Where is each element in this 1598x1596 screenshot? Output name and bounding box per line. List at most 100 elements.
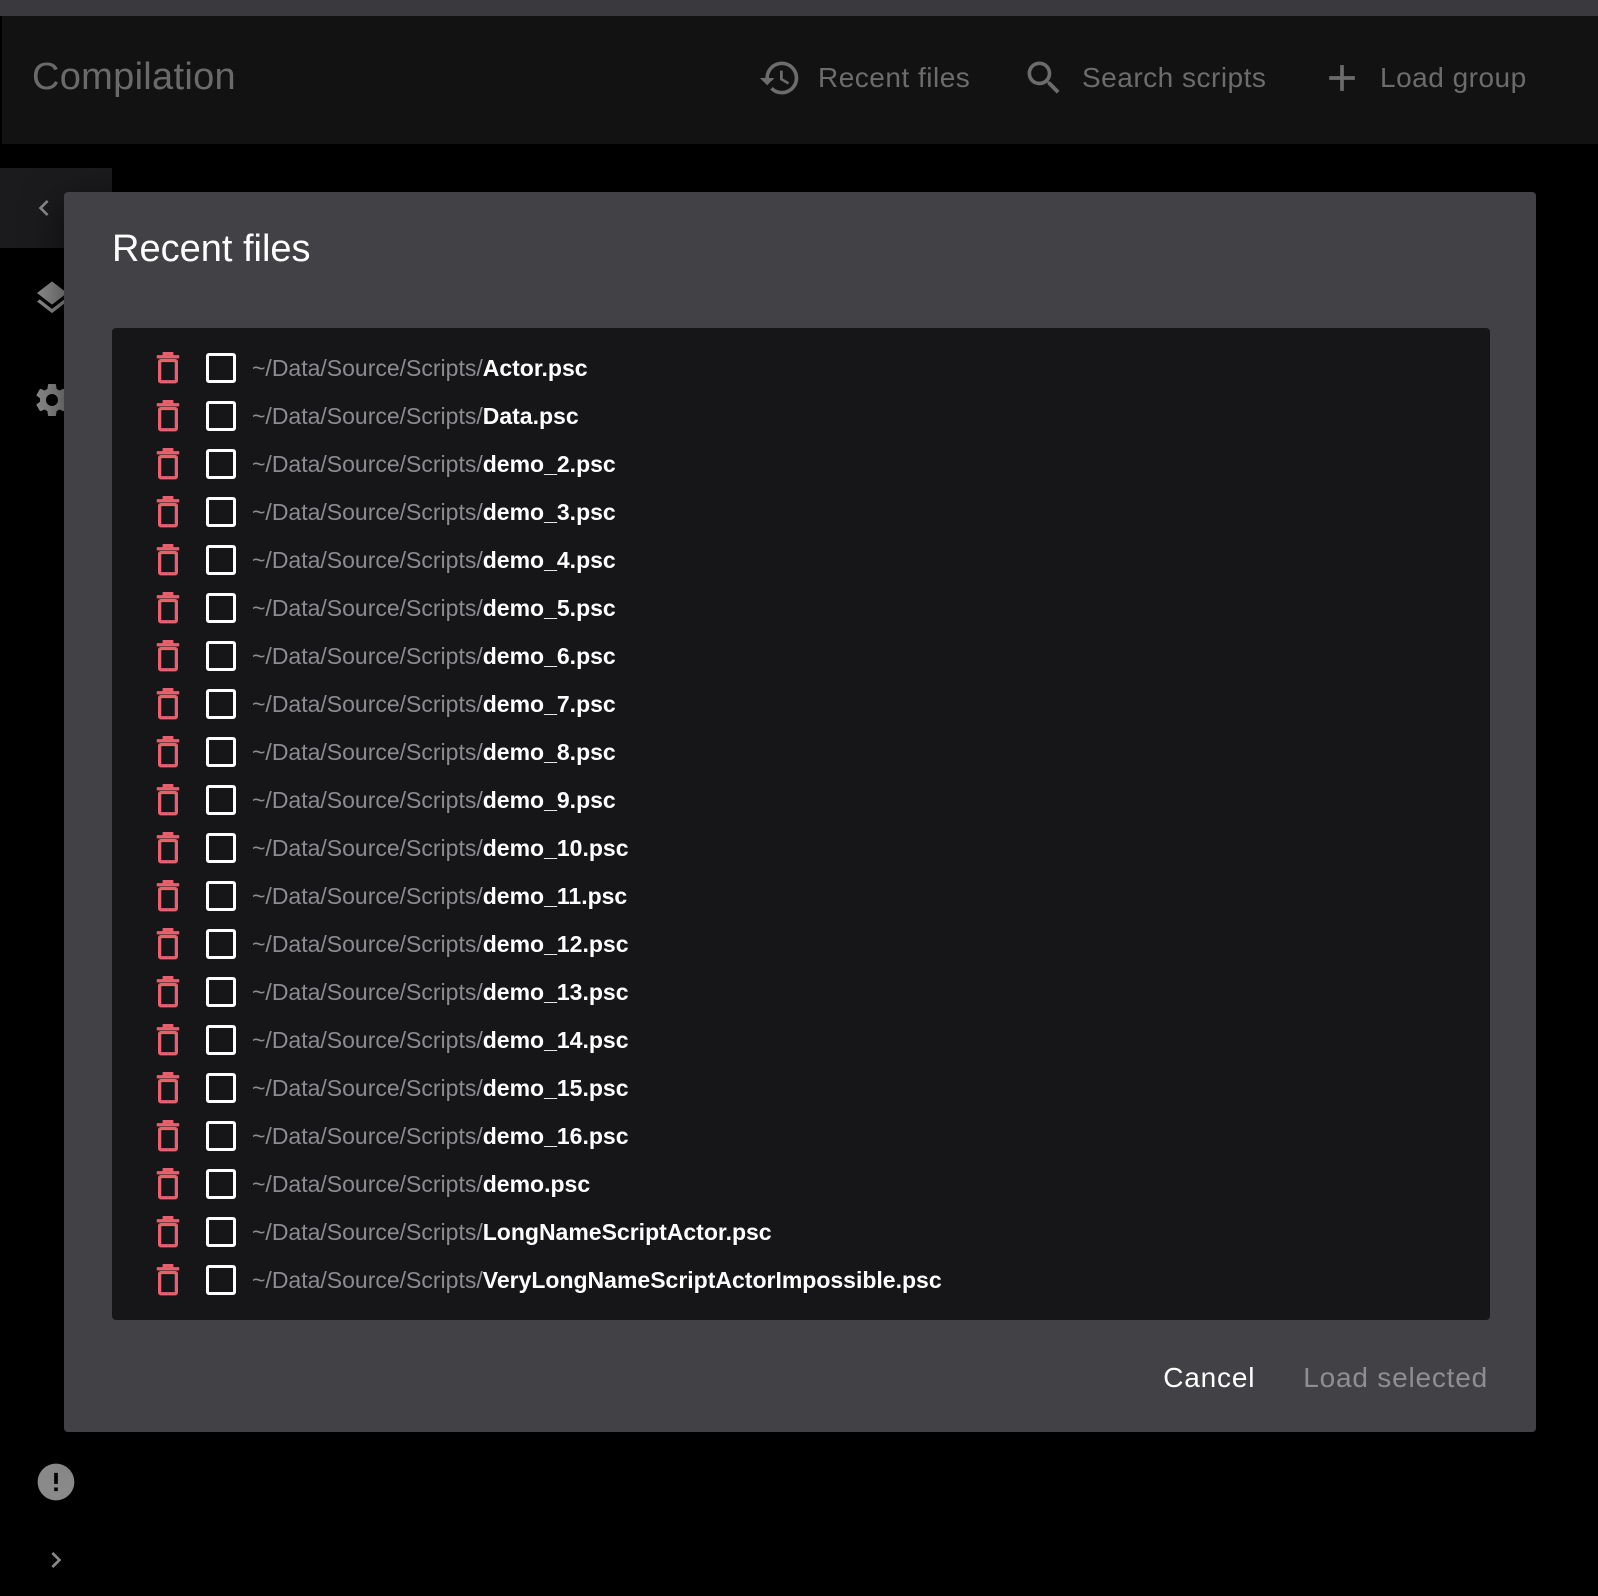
file-checkbox[interactable] xyxy=(206,497,236,527)
file-path[interactable]: ~/Data/Source/Scripts/demo_7.psc xyxy=(252,691,616,718)
file-checkbox[interactable] xyxy=(206,1217,236,1247)
file-path[interactable]: ~/Data/Source/Scripts/demo_15.psc xyxy=(252,1075,629,1102)
delete-icon[interactable] xyxy=(152,924,184,964)
file-name: demo_5.psc xyxy=(482,594,616,621)
file-directory: ~/Data/Source/Scripts/ xyxy=(252,786,483,813)
file-checkbox[interactable] xyxy=(206,1073,236,1103)
delete-icon[interactable] xyxy=(152,348,184,388)
file-name: demo_6.psc xyxy=(482,642,616,669)
file-checkbox[interactable] xyxy=(206,1169,236,1199)
alert-icon[interactable] xyxy=(34,1460,78,1504)
delete-icon[interactable] xyxy=(152,1116,184,1156)
file-path[interactable]: ~/Data/Source/Scripts/demo_6.psc xyxy=(252,643,616,670)
file-name: demo_16.psc xyxy=(482,1122,629,1149)
file-name: demo_4.psc xyxy=(482,546,616,573)
file-path[interactable]: ~/Data/Source/Scripts/Data.psc xyxy=(252,403,579,430)
delete-icon[interactable] xyxy=(152,1164,184,1204)
list-item: ~/Data/Source/Scripts/Data.psc xyxy=(112,392,1490,440)
file-name: demo_9.psc xyxy=(482,786,616,813)
file-name: demo_10.psc xyxy=(482,834,629,861)
file-path[interactable]: ~/Data/Source/Scripts/demo_9.psc xyxy=(252,787,616,814)
file-name: demo_11.psc xyxy=(482,882,628,909)
file-path[interactable]: ~/Data/Source/Scripts/demo_13.psc xyxy=(252,979,629,1006)
file-name: demo_2.psc xyxy=(482,450,616,477)
file-checkbox[interactable] xyxy=(206,881,236,911)
file-path[interactable]: ~/Data/Source/Scripts/demo_8.psc xyxy=(252,739,616,766)
file-path[interactable]: ~/Data/Source/Scripts/VeryLongNameScript… xyxy=(252,1267,942,1294)
delete-icon[interactable] xyxy=(152,828,184,868)
delete-icon[interactable] xyxy=(152,780,184,820)
load-group-button[interactable]: Load group xyxy=(1320,56,1527,100)
delete-icon[interactable] xyxy=(152,1212,184,1252)
file-directory: ~/Data/Source/Scripts/ xyxy=(252,498,483,525)
recent-files-dialog: Recent files ~/Data/Source/Scripts/Actor… xyxy=(64,192,1536,1432)
file-checkbox[interactable] xyxy=(206,833,236,863)
file-checkbox[interactable] xyxy=(206,689,236,719)
delete-icon[interactable] xyxy=(152,732,184,772)
file-checkbox[interactable] xyxy=(206,1265,236,1295)
file-path[interactable]: ~/Data/Source/Scripts/demo_5.psc xyxy=(252,595,616,622)
delete-icon[interactable] xyxy=(152,588,184,628)
file-path[interactable]: ~/Data/Source/Scripts/demo_16.psc xyxy=(252,1123,629,1150)
delete-icon[interactable] xyxy=(152,684,184,724)
file-path[interactable]: ~/Data/Source/Scripts/demo_2.psc xyxy=(252,451,616,478)
delete-icon[interactable] xyxy=(152,636,184,676)
plus-icon xyxy=(1320,56,1364,100)
list-item: ~/Data/Source/Scripts/demo_3.psc xyxy=(112,488,1490,536)
dialog-title: Recent files xyxy=(112,228,311,270)
dialog-actions: Cancel Load selected xyxy=(1147,1354,1504,1402)
delete-icon[interactable] xyxy=(152,972,184,1012)
file-checkbox[interactable] xyxy=(206,929,236,959)
file-directory: ~/Data/Source/Scripts/ xyxy=(252,1266,483,1293)
cancel-button[interactable]: Cancel xyxy=(1147,1354,1271,1402)
file-name: VeryLongNameScriptActorImpossible.psc xyxy=(482,1266,942,1293)
file-checkbox[interactable] xyxy=(206,641,236,671)
recent-files-button[interactable]: Recent files xyxy=(758,56,970,100)
file-path[interactable]: ~/Data/Source/Scripts/demo_11.psc xyxy=(252,883,627,910)
file-path[interactable]: ~/Data/Source/Scripts/LongNameScriptActo… xyxy=(252,1219,772,1246)
file-checkbox[interactable] xyxy=(206,449,236,479)
file-directory: ~/Data/Source/Scripts/ xyxy=(252,594,483,621)
delete-icon[interactable] xyxy=(152,396,184,436)
file-path[interactable]: ~/Data/Source/Scripts/demo.psc xyxy=(252,1171,590,1198)
list-item: ~/Data/Source/Scripts/VeryLongNameScript… xyxy=(112,1256,1490,1304)
file-checkbox[interactable] xyxy=(206,545,236,575)
delete-icon[interactable] xyxy=(152,492,184,532)
file-checkbox[interactable] xyxy=(206,401,236,431)
delete-icon[interactable] xyxy=(152,1020,184,1060)
delete-icon[interactable] xyxy=(152,444,184,484)
delete-icon[interactable] xyxy=(152,540,184,580)
delete-icon[interactable] xyxy=(152,1260,184,1300)
file-checkbox[interactable] xyxy=(206,785,236,815)
list-item: ~/Data/Source/Scripts/demo_16.psc xyxy=(112,1112,1490,1160)
file-checkbox[interactable] xyxy=(206,737,236,767)
file-path[interactable]: ~/Data/Source/Scripts/demo_12.psc xyxy=(252,931,629,958)
history-icon xyxy=(758,56,802,100)
list-item: ~/Data/Source/Scripts/demo_4.psc xyxy=(112,536,1490,584)
file-name: demo_3.psc xyxy=(482,498,616,525)
expand-right-icon[interactable] xyxy=(38,1542,74,1578)
file-checkbox[interactable] xyxy=(206,353,236,383)
delete-icon[interactable] xyxy=(152,876,184,916)
file-path[interactable]: ~/Data/Source/Scripts/demo_3.psc xyxy=(252,499,616,526)
file-path[interactable]: ~/Data/Source/Scripts/Actor.psc xyxy=(252,355,588,382)
list-item: ~/Data/Source/Scripts/demo_9.psc xyxy=(112,776,1490,824)
load-group-label: Load group xyxy=(1380,62,1527,93)
file-path[interactable]: ~/Data/Source/Scripts/demo_4.psc xyxy=(252,547,616,574)
file-name: LongNameScriptActor.psc xyxy=(482,1218,772,1245)
file-directory: ~/Data/Source/Scripts/ xyxy=(252,738,483,765)
delete-icon[interactable] xyxy=(152,1068,184,1108)
file-name: demo_13.psc xyxy=(482,978,629,1005)
file-path[interactable]: ~/Data/Source/Scripts/demo_14.psc xyxy=(252,1027,629,1054)
search-scripts-button[interactable]: Search scripts xyxy=(1022,56,1266,100)
file-name: demo_14.psc xyxy=(482,1026,629,1053)
file-path[interactable]: ~/Data/Source/Scripts/demo_10.psc xyxy=(252,835,629,862)
file-checkbox[interactable] xyxy=(206,1025,236,1055)
file-checkbox[interactable] xyxy=(206,977,236,1007)
load-selected-button[interactable]: Load selected xyxy=(1287,1354,1504,1402)
file-directory: ~/Data/Source/Scripts/ xyxy=(252,1074,483,1101)
file-checkbox[interactable] xyxy=(206,593,236,623)
file-name: demo_15.psc xyxy=(482,1074,629,1101)
file-name: demo_8.psc xyxy=(482,738,616,765)
file-checkbox[interactable] xyxy=(206,1121,236,1151)
